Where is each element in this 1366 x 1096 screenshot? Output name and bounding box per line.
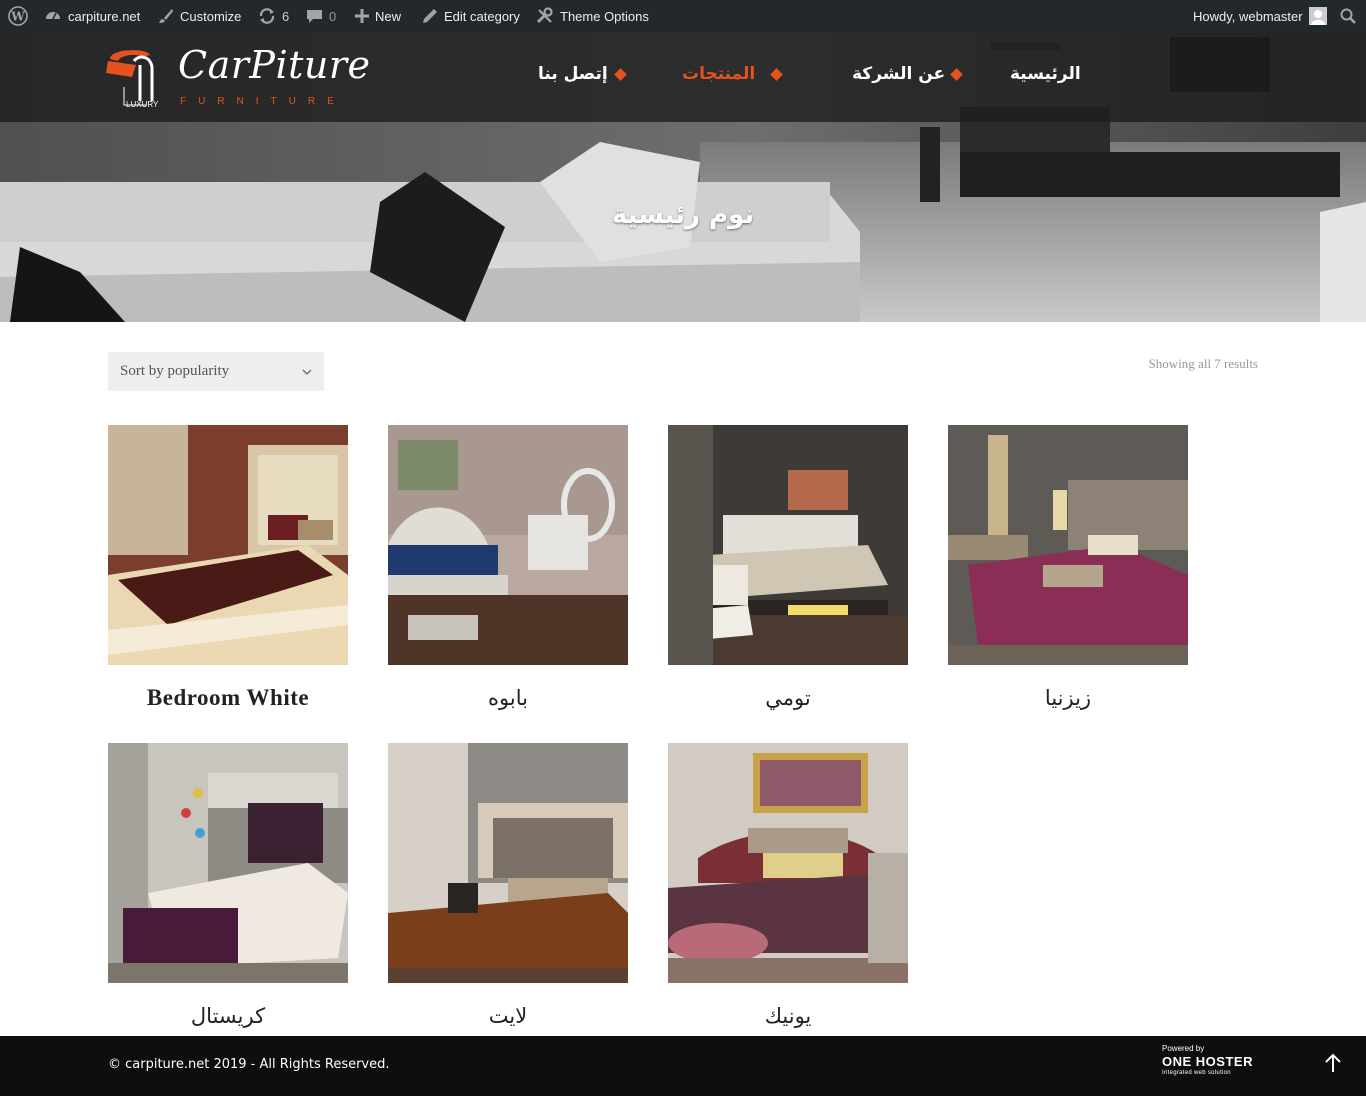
customize-label: Customize: [180, 8, 242, 24]
hero-banner: CarPiture FURNITURE LUXURY الرئيسية عن ا…: [0, 32, 1366, 322]
product-title[interactable]: يونيك: [668, 1001, 908, 1031]
hoster-brand: ONE HOSTER: [1162, 1054, 1253, 1069]
product-card[interactable]: يونيك: [668, 743, 908, 1031]
product-image[interactable]: [668, 425, 908, 665]
chevron-down-icon: [302, 366, 312, 378]
product-title[interactable]: تومي: [668, 683, 908, 713]
product-title[interactable]: زيزنيا: [948, 683, 1188, 713]
sort-select[interactable]: Sort by popularity: [108, 352, 324, 391]
product-title[interactable]: لايت: [388, 1001, 628, 1031]
product-image[interactable]: [108, 743, 348, 983]
copyright-text: © carpiture.net 2019 - All Rights Reserv…: [108, 1057, 390, 1072]
edit-category-label: Edit category: [444, 8, 520, 24]
admin-search-button[interactable]: [1340, 0, 1362, 32]
product-card[interactable]: تومي: [668, 425, 908, 713]
dashboard-icon: [44, 7, 62, 25]
nav-item-contact[interactable]: إتصل بنا: [538, 64, 608, 88]
product-image[interactable]: [668, 743, 908, 983]
comments-link[interactable]: 0: [306, 0, 336, 32]
brush-icon: [158, 8, 174, 24]
product-image[interactable]: [108, 425, 348, 665]
product-card[interactable]: لايت: [388, 743, 628, 1031]
hoster-tagline: Integrated web solution: [1162, 1070, 1231, 1076]
my-account-link[interactable]: Howdy, webmaster: [1193, 0, 1327, 32]
customize-link[interactable]: Customize: [158, 0, 241, 32]
theme-options-link[interactable]: Theme Options: [536, 0, 649, 32]
plus-icon: [355, 9, 369, 23]
wordpress-logo-button[interactable]: W: [8, 0, 34, 32]
product-card[interactable]: زيزنيا: [948, 425, 1188, 713]
updates-icon: [258, 7, 276, 25]
product-title[interactable]: بابوه: [388, 683, 628, 713]
product-card[interactable]: بابوه: [388, 425, 628, 713]
logo-tagline: FURNITURE: [180, 96, 346, 107]
site-footer: © carpiture.net 2019 - All Rights Reserv…: [0, 1036, 1366, 1096]
back-to-top-button[interactable]: [1320, 1052, 1346, 1078]
site-header: CarPiture FURNITURE LUXURY الرئيسية عن ا…: [0, 32, 1366, 122]
comment-icon: [306, 8, 323, 24]
product-title[interactable]: كريستال: [108, 1001, 348, 1031]
arrow-up-icon: [1325, 1053, 1341, 1077]
product-image[interactable]: [388, 425, 628, 665]
nav-item-about[interactable]: عن الشركة: [852, 64, 945, 88]
tools-icon: [536, 7, 554, 25]
logo-wordmark: CarPiture: [178, 43, 371, 87]
pencil-icon: [422, 8, 438, 24]
nav-item-products[interactable]: المنتجات: [682, 64, 755, 88]
comments-count: 0: [329, 8, 337, 24]
product-image[interactable]: [388, 743, 628, 983]
svg-text:W: W: [10, 10, 25, 24]
result-count: Showing all 7 results: [1148, 356, 1258, 371]
wordpress-icon: W: [8, 6, 28, 26]
nav-separator-icon: [614, 68, 627, 81]
page-title: نوم رئيسية: [611, 200, 755, 230]
howdy-label: Howdy, webmaster: [1193, 8, 1303, 24]
updates-count: 6: [282, 8, 290, 24]
edit-category-link[interactable]: Edit category: [422, 0, 520, 32]
site-name-link[interactable]: carpiture.net: [44, 0, 140, 32]
nav-item-home[interactable]: الرئيسية: [1010, 64, 1081, 88]
powered-by-label: Powered by: [1162, 1044, 1205, 1053]
nav-separator-icon: [950, 68, 963, 81]
site-name-label: carpiture.net: [68, 8, 141, 24]
logo-luxury-label: LUXURY: [126, 100, 159, 109]
nav-separator-icon: [770, 68, 783, 81]
product-image[interactable]: [948, 425, 1188, 665]
avatar: [1308, 7, 1327, 25]
product-title[interactable]: Bedroom White: [108, 683, 348, 713]
admin-bar: W carpiture.net Customize 6 0 New Edit c…: [0, 0, 1366, 32]
powered-by-logo[interactable]: Powered by ONE HOSTER Integrated web sol…: [1162, 1044, 1262, 1080]
product-card[interactable]: Bedroom White: [108, 425, 348, 713]
product-card[interactable]: كريستال: [108, 743, 348, 1031]
new-label: New: [375, 8, 402, 24]
updates-link[interactable]: 6: [258, 0, 289, 32]
search-icon: [1340, 8, 1356, 24]
sort-select-value: Sort by popularity: [120, 363, 230, 379]
theme-options-label: Theme Options: [560, 8, 649, 24]
new-content-link[interactable]: New: [355, 0, 401, 32]
site-logo[interactable]: CarPiture FURNITURE LUXURY: [106, 43, 370, 115]
